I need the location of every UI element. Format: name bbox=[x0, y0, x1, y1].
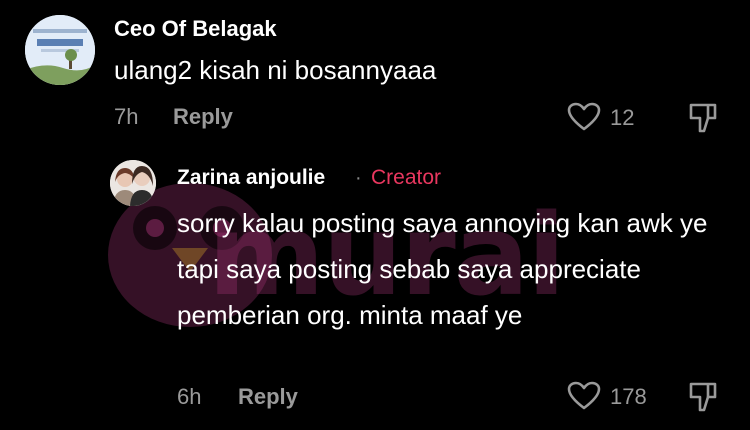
avatar[interactable] bbox=[110, 160, 156, 206]
comment-author[interactable]: Zarina anjoulie bbox=[177, 166, 325, 190]
avatar-image bbox=[110, 160, 156, 206]
comment-timestamp: 6h bbox=[177, 384, 202, 409]
avatar-image bbox=[25, 15, 95, 85]
like-button[interactable] bbox=[567, 102, 601, 137]
dislike-icon bbox=[689, 103, 717, 133]
dislike-button[interactable] bbox=[687, 101, 721, 140]
separator-dot: · bbox=[355, 167, 362, 189]
like-count: 12 bbox=[610, 105, 635, 130]
reply-button[interactable]: Reply bbox=[173, 104, 233, 130]
reply-button[interactable]: Reply bbox=[238, 384, 298, 410]
avatar[interactable] bbox=[25, 15, 95, 85]
dislike-button[interactable] bbox=[687, 380, 721, 419]
comment-text: sorry kalau posting saya annoying kan aw… bbox=[177, 208, 708, 330]
comment-text: ulang2 kisah ni bosannyaaa bbox=[114, 55, 437, 85]
comment-timestamp: 7h bbox=[114, 104, 139, 129]
like-button[interactable] bbox=[567, 381, 601, 416]
dislike-icon bbox=[689, 382, 717, 412]
heart-icon bbox=[567, 381, 601, 410]
creator-badge: Creator bbox=[371, 166, 442, 189]
comment-author[interactable]: Ceo Of Belagak bbox=[114, 16, 277, 42]
heart-icon bbox=[567, 102, 601, 131]
like-count: 178 bbox=[610, 384, 647, 409]
